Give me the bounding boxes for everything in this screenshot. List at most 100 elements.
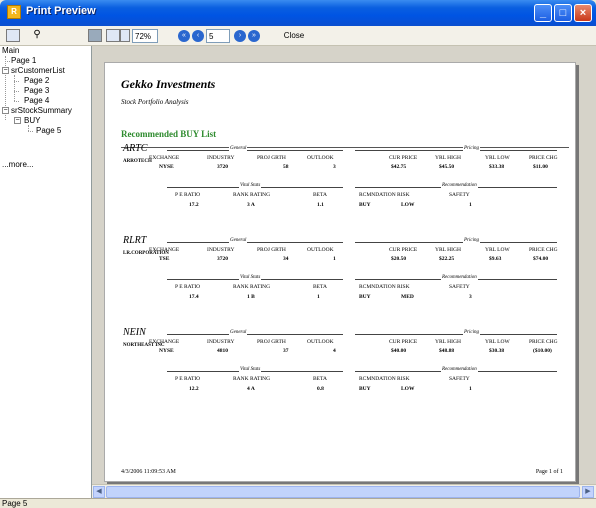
stock-symbol: RLRT: [123, 235, 147, 246]
header-price-chg: PRICE CHG: [529, 247, 558, 253]
value-yrl-low: $30.38: [489, 348, 505, 354]
header-safety: SAFETY: [449, 192, 470, 198]
tree-item-page-3[interactable]: Page 3: [24, 86, 49, 95]
close-button[interactable]: Close: [282, 29, 306, 43]
group-label-vital: Vital Stats: [239, 367, 262, 372]
print-icon[interactable]: [6, 29, 20, 42]
page-number-input[interactable]: 5: [206, 29, 230, 43]
preview-area[interactable]: Gekko Investments Stock Portfolio Analys…: [92, 46, 596, 484]
zoom-page-icon[interactable]: [120, 29, 130, 42]
status-bar: Page 5: [0, 498, 596, 508]
tree-item-buy[interactable]: BUY: [24, 116, 40, 125]
value-recommendation: BUY: [359, 294, 371, 300]
tree-item-page-5[interactable]: Page 5: [36, 126, 61, 135]
app-icon: R: [7, 5, 21, 19]
toolbar: ⚲ 72% « ‹ 5 › » Close: [0, 26, 596, 46]
title-bar: R Print Preview _ □ ×: [0, 0, 596, 26]
tree-item-srcustomerlist[interactable]: srCustomerList: [11, 66, 65, 75]
header-rank-rating: RANK RATING: [233, 376, 271, 382]
value-cur-price: $20.50: [391, 256, 407, 262]
scroll-left-icon[interactable]: ◀: [93, 486, 105, 498]
value-industry: 3720: [217, 164, 228, 170]
horizontal-scrollbar[interactable]: ◀ ▶: [92, 484, 596, 498]
next-page-icon[interactable]: ›: [234, 30, 246, 42]
tree-item-page-4[interactable]: Page 4: [24, 96, 49, 105]
maximize-button[interactable]: □: [554, 4, 572, 22]
header-industry: INDUSTRY: [207, 155, 235, 161]
value-beta: 1: [317, 294, 320, 300]
value-exchange: NYSE: [159, 164, 174, 170]
group-line: [167, 334, 343, 335]
tree-item-more[interactable]: ...more...: [2, 160, 34, 169]
multi-page-icon[interactable]: [106, 29, 120, 42]
previous-page-icon[interactable]: ‹: [192, 30, 204, 42]
header-cur-price: CUR PRICE: [389, 247, 418, 253]
value-price-chg: $74.00: [533, 256, 549, 262]
footer-date: 4/3/2006 11:09:53 AM: [121, 469, 176, 475]
header-recommendation-risk: RCMNDATION RISK: [359, 192, 410, 198]
find-icon[interactable]: ⚲: [30, 29, 44, 43]
stock-symbol: ARTC: [123, 143, 148, 154]
group-label-pricing: Pricing: [463, 238, 480, 243]
tree-item-page-2[interactable]: Page 2: [24, 76, 49, 85]
last-page-icon[interactable]: »: [248, 30, 260, 42]
value-exchange: TSE: [159, 256, 170, 262]
value-rank-rating: 4 A: [247, 386, 255, 392]
group-line: [355, 242, 557, 243]
header-growth: PROJ GRTH: [257, 155, 286, 161]
tree-item-srstocksummary[interactable]: srStockSummary: [11, 106, 72, 115]
value-outlook: 1: [333, 256, 336, 262]
header-outlook: OUTLOOK: [307, 247, 334, 253]
value-risk: LOW: [401, 386, 415, 392]
group-label-vital: Vital Stats: [239, 275, 262, 280]
value-safety: 1: [469, 386, 472, 392]
company-label: ARROTECH: [123, 159, 152, 164]
first-page-icon[interactable]: «: [178, 30, 190, 42]
footer-page: Page 1 of 1: [535, 469, 563, 475]
value-pe-ratio: 17.4: [189, 294, 199, 300]
value-safety: 1: [469, 202, 472, 208]
header-industry: INDUSTRY: [207, 247, 235, 253]
window-title: Print Preview: [26, 5, 96, 17]
group-label-general: General: [229, 238, 248, 243]
group-label-pricing: Pricing: [463, 330, 480, 335]
group-label-general: General: [229, 330, 248, 335]
header-pe-ratio: P E RATIO: [175, 192, 201, 198]
group-label-general: General: [229, 146, 248, 151]
single-page-icon[interactable]: [88, 29, 102, 42]
zoom-input[interactable]: 72%: [132, 29, 158, 43]
value-yrl-high: $22.25: [439, 256, 455, 262]
value-pe-ratio: 17.2: [189, 202, 199, 208]
group-label-pricing: Pricing: [463, 146, 480, 151]
scroll-thumb[interactable]: [106, 486, 580, 498]
group-line: [167, 242, 343, 243]
stock-block: RLRT LR.CORPORATION General Pricing EXCHANGE…: [105, 235, 577, 325]
tree-item-main[interactable]: Main: [2, 46, 19, 55]
value-growth: 37: [283, 348, 289, 354]
section-title: Recommended BUY List: [121, 129, 217, 139]
value-outlook: 3: [333, 164, 336, 170]
header-yrl-low: YRL LOW: [485, 155, 510, 161]
header-outlook: OUTLOOK: [307, 339, 334, 345]
minimize-button[interactable]: _: [534, 4, 552, 22]
collapse-icon[interactable]: −: [2, 107, 9, 114]
value-recommendation: BUY: [359, 202, 371, 208]
scroll-right-icon[interactable]: ▶: [582, 486, 594, 498]
header-outlook: OUTLOOK: [307, 155, 334, 161]
collapse-icon[interactable]: −: [2, 67, 9, 74]
stock-block: NEIN NORTHEAST INC General Pricing EXCHANGE N…: [105, 327, 577, 417]
value-yrl-low: $9.63: [489, 256, 502, 262]
value-beta: 0.8: [317, 386, 324, 392]
header-industry: INDUSTRY: [207, 339, 235, 345]
value-yrl-low: $33.38: [489, 164, 505, 170]
group-line: [355, 150, 557, 151]
header-rank-rating: RANK RATING: [233, 192, 271, 198]
collapse-icon[interactable]: −: [14, 117, 21, 124]
close-window-button[interactable]: ×: [574, 4, 592, 22]
value-pe-ratio: 12.2: [189, 386, 199, 392]
value-recommendation: BUY: [359, 386, 371, 392]
header-exchange: EXCHANGE: [149, 247, 180, 253]
header-yrl-low: YRL LOW: [485, 339, 510, 345]
value-risk: MED: [401, 294, 414, 300]
tree-item-page-1[interactable]: Page 1: [11, 56, 36, 65]
